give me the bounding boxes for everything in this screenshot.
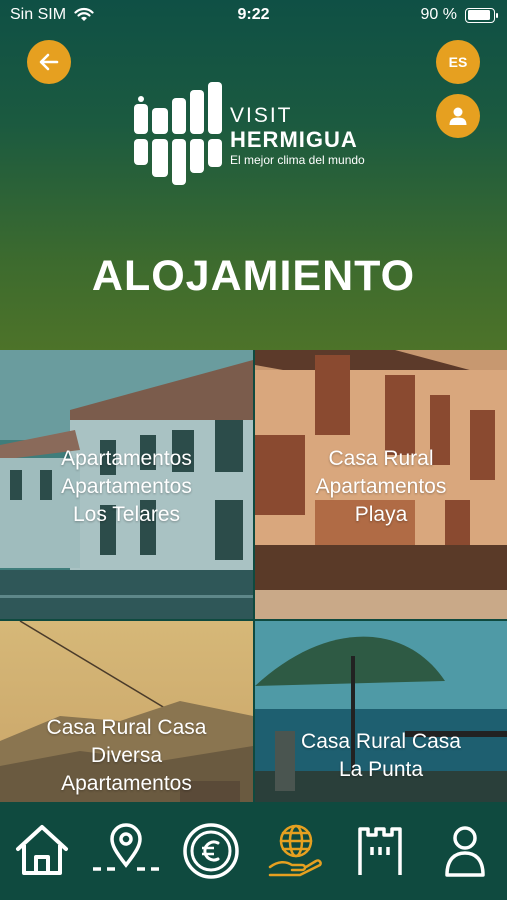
tab-heritage[interactable] xyxy=(345,816,415,886)
castle-tower-icon xyxy=(358,827,402,875)
listing-card[interactable]: Casa Rural Apartamentos Playa xyxy=(255,350,507,619)
battery-level xyxy=(467,10,490,20)
listing-card[interactable]: Apartamentos Apartamentos Los Telares xyxy=(0,350,253,619)
tab-locations[interactable] xyxy=(91,816,161,886)
language-label: ES xyxy=(448,54,468,70)
visit-hermigua-logo: VISIT HERMIGUA El mejor clima del mundo xyxy=(130,82,390,192)
listing-card[interactable]: Casa Rural Casa Diversa Apartamentos xyxy=(0,621,253,802)
user-icon xyxy=(449,107,467,125)
globe-hand-icon xyxy=(268,824,322,877)
listing-card[interactable]: Casa Rural Casa La Punta xyxy=(255,621,507,802)
tab-profile[interactable] xyxy=(430,816,500,886)
status-bar: Sin SIM 9:22 90 % xyxy=(0,0,507,32)
app-header: Sin SIM 9:22 90 % ES VISIT HERMIGUA El m… xyxy=(0,0,507,350)
tab-prices[interactable] xyxy=(176,816,246,886)
listing-title: Casa Rural Apartamentos Playa xyxy=(315,447,447,526)
tab-accommodation[interactable] xyxy=(261,816,331,886)
listing-title: Casa Rural Casa La Punta xyxy=(301,730,461,781)
logo-visit-text: VISIT xyxy=(230,104,293,127)
home-icon xyxy=(16,825,68,875)
location-pin-icon xyxy=(93,823,159,871)
status-battery-group: 90 % xyxy=(420,6,498,24)
logo-mark-icon xyxy=(134,82,222,185)
language-button[interactable]: ES xyxy=(436,40,480,84)
logo-name-text: HERMIGUA xyxy=(230,127,358,152)
tab-home[interactable] xyxy=(7,816,77,886)
euro-coin-icon xyxy=(183,823,239,879)
listing-title: Casa Rural Casa Diversa Apartamentos xyxy=(46,716,207,795)
listing-title: Apartamentos Apartamentos Los Telares xyxy=(61,447,192,526)
battery-percent: 90 % xyxy=(420,6,457,23)
arrow-left-icon xyxy=(39,53,59,71)
accommodation-grid: Apartamentos Apartamentos Los Telares Ca… xyxy=(0,350,507,802)
bottom-tab-bar xyxy=(0,802,507,900)
logo-tagline: El mejor clima del mundo xyxy=(230,153,365,167)
person-icon xyxy=(445,826,485,877)
logo-wordmark: VISIT HERMIGUA El mejor clima del mundo xyxy=(230,104,365,168)
profile-button[interactable] xyxy=(436,94,480,138)
back-button[interactable] xyxy=(27,40,71,84)
page-title: ALOJAMIENTO xyxy=(91,252,416,300)
battery-icon xyxy=(465,7,498,23)
